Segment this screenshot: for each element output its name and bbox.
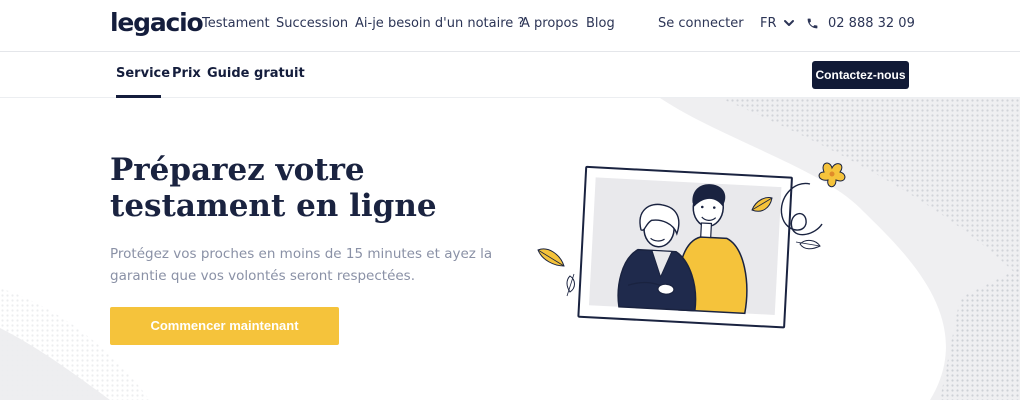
phone-icon — [807, 18, 818, 29]
nav-link-testament[interactable]: Testament — [202, 16, 270, 31]
sub-navigation: Service Prix Guide gratuit Contactez-nou… — [0, 52, 1020, 98]
hero-subtitle: Protégez vos proches en moins de 15 minu… — [110, 243, 495, 287]
hero-subtitle-line-2: garantie que vos volontés seront respect… — [110, 268, 416, 284]
hero-title-line-1: Préparez votre — [110, 152, 365, 188]
contact-button[interactable]: Contactez-nous — [812, 61, 909, 89]
top-navigation: legacio Testament Succession Ai-je besoi… — [0, 0, 1020, 52]
nav-link-blog[interactable]: Blog — [586, 16, 615, 31]
chevron-down-icon[interactable] — [783, 17, 795, 29]
language-selector[interactable]: FR — [760, 16, 777, 31]
tab-guide-gratuit[interactable]: Guide gratuit — [207, 66, 305, 81]
start-now-button[interactable]: Commencer maintenant — [110, 307, 339, 345]
logo[interactable]: legacio — [110, 8, 204, 37]
feather-icon — [795, 239, 821, 250]
phone-number[interactable]: 02 888 32 09 — [828, 16, 915, 31]
hero-title-line-2: testament en ligne — [110, 188, 437, 224]
flower-icon — [818, 162, 846, 188]
nav-link-a-propos[interactable]: A propos — [521, 16, 578, 31]
leaf-icon — [537, 248, 565, 267]
active-tab-indicator — [116, 95, 161, 98]
nav-link-notaire[interactable]: Ai-je besoin d'un notaire ? — [355, 16, 524, 31]
login-link[interactable]: Se connecter — [658, 16, 744, 31]
nav-link-succession[interactable]: Succession — [276, 16, 348, 31]
tab-prix[interactable]: Prix — [172, 66, 201, 81]
feather-icon — [566, 273, 575, 297]
tab-service[interactable]: Service — [116, 66, 170, 81]
family-photo-illustration — [537, 162, 846, 329]
hero-subtitle-line-1: Protégez vos proches en moins de 15 minu… — [110, 246, 493, 262]
hero-title: Préparez votre testament en ligne — [110, 152, 510, 224]
